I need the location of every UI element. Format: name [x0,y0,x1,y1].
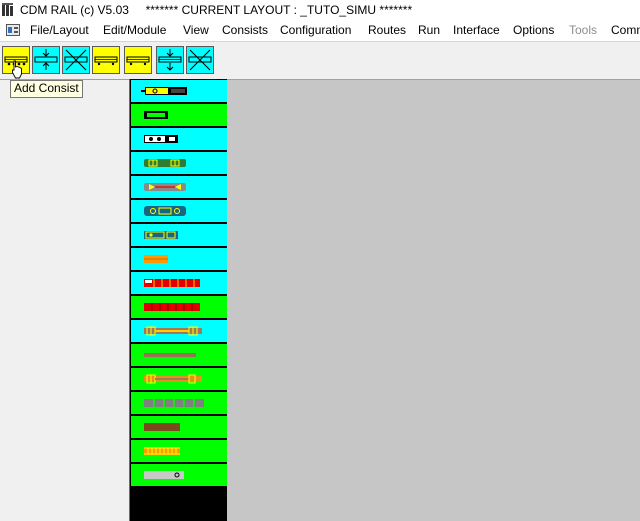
merge-consist-icon [158,49,182,71]
split-consist-icon [34,49,58,70]
menu-configuration[interactable]: Configuration [280,23,351,37]
app-icon [2,3,13,16]
menu-run[interactable]: Run [418,23,440,37]
palette-item-car-orange-yellow[interactable] [131,368,227,391]
menu-tools[interactable]: Tools [569,23,597,37]
consist-icon [94,56,118,66]
menu-options[interactable]: Options [513,23,554,37]
locomotive-icon [144,135,178,143]
railcar-icon [144,447,180,455]
palette-item-car-brown-yellow[interactable] [131,320,227,343]
railcar-icon [144,353,196,357]
menu-bar: File/Layout Edit/Module View Consists Co… [0,20,640,42]
palette-item-car-red-long[interactable] [131,296,227,319]
left-panel [0,80,129,521]
railcar-icon [144,255,168,263]
menu-routes[interactable]: Routes [368,23,406,37]
menu-file-layout[interactable]: File/Layout [30,23,89,37]
consist-yellow-button-1[interactable] [92,46,120,74]
tooltip: Add Consist [10,80,83,98]
railcar-icon [144,471,184,479]
delete-consist-icon [64,49,88,71]
remove-consist-button[interactable] [186,46,214,74]
palette-item-loco-yellow-black[interactable] [131,80,227,103]
merge-consist-button[interactable] [156,46,184,74]
palette-item-car-gray-dot[interactable] [131,464,227,487]
consist-palette [129,79,227,521]
menu-comm[interactable]: Comm [611,23,640,37]
palette-item-loco-black-wheels[interactable] [131,128,227,151]
consist-icon [126,56,150,66]
consist-yellow-button-2[interactable] [124,46,152,74]
railcar-icon [144,303,200,311]
palette-item-car-red-segmented[interactable] [131,272,227,295]
railcar-icon [144,423,180,431]
locomotive-icon [141,87,187,95]
railcar-icon [144,326,202,336]
menu-consists[interactable]: Consists [222,23,268,37]
railcar-icon [144,399,204,407]
palette-item-car-teal-small[interactable] [131,224,227,247]
split-consist-button[interactable] [32,46,60,74]
railcar-icon [144,159,186,167]
palette-item-car-orange-short[interactable] [131,248,227,271]
palette-item-car-gray-yellow[interactable] [131,176,227,199]
locomotive-icon [144,111,168,119]
toolbar [0,42,640,80]
palette-item-car-brown-flat[interactable] [131,344,227,367]
palette-item-car-green-yellow[interactable] [131,152,227,175]
palette-item-car-gray-segmented[interactable] [131,392,227,415]
railcar-icon [144,231,178,239]
railcar-icon [144,183,186,191]
title-bar: CDM RAIL (c) V5.03 ******* CURRENT LAYOU… [0,0,640,20]
menu-view[interactable]: View [183,23,209,37]
menu-edit-module[interactable]: Edit/Module [103,23,166,37]
palette-item-car-orange-grill[interactable] [131,440,227,463]
mouse-cursor-icon [12,60,22,79]
delete-consist-button[interactable] [62,46,90,74]
railcar-icon [144,279,200,287]
palette-item-car-teal-round[interactable] [131,200,227,223]
menu-interface[interactable]: Interface [453,23,500,37]
railcar-icon [144,206,186,216]
palette-item-loco-black-small[interactable] [131,104,227,127]
system-menu-icon[interactable] [6,24,20,36]
remove-consist-icon [188,49,212,71]
palette-item-car-brown-box[interactable] [131,416,227,439]
railcar-icon [144,374,202,384]
window-title: CDM RAIL (c) V5.03 ******* CURRENT LAYOU… [20,3,413,17]
